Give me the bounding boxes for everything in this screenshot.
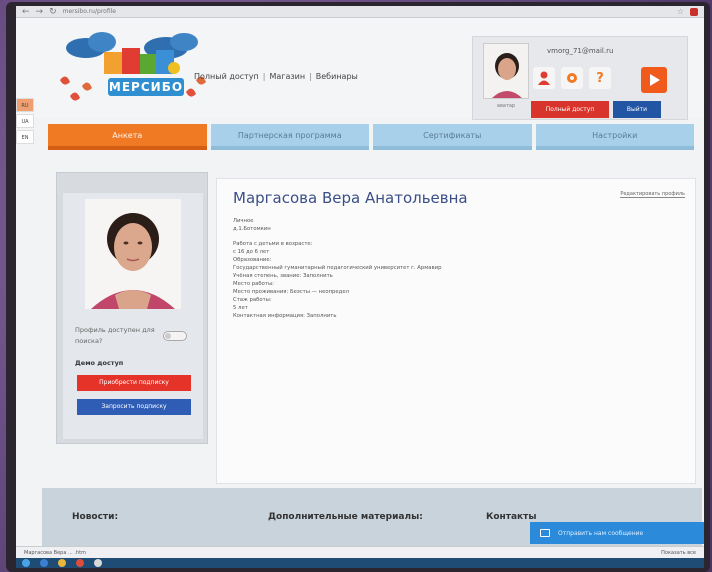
search-visibility-toggle[interactable] <box>163 331 187 341</box>
send-message-label: Отправить нам сообщение <box>558 529 644 537</box>
profile-line: с 16 до 6 лет <box>233 249 270 255</box>
site-header: МЕРСИБО Полный доступ | Магазин | Вебина… <box>16 18 704 120</box>
bookmark-star-icon[interactable]: ☆ <box>677 7 684 16</box>
profile-birthdate: д.1.Ботомкин <box>233 226 271 232</box>
logo-text: МЕРСИБО <box>108 78 184 96</box>
media-icon[interactable] <box>76 559 84 567</box>
tab-certificates[interactable]: Сертификаты <box>373 124 532 150</box>
separator: | <box>262 72 266 81</box>
toggle-knob <box>165 333 171 339</box>
extension-icon[interactable] <box>690 7 698 16</box>
footer-materials[interactable]: Дополнительные материалы: <box>268 512 423 522</box>
monitor-frame: ← → ↻ mersibo.ru/profile ☆ МЕРСИБО Полны… <box>6 2 710 572</box>
profile-line: Государственный гуманитарный педагогичес… <box>233 265 442 271</box>
ie-icon[interactable] <box>40 559 48 567</box>
gear-icon[interactable] <box>561 67 583 89</box>
message-icon <box>540 529 550 537</box>
separator: | <box>309 72 312 81</box>
user-panel: аватар vmorg_71@mail.ru ? Полный доступ … <box>472 36 688 120</box>
address-bar[interactable]: mersibo.ru/profile <box>63 8 116 15</box>
profile-gender: Личное <box>233 218 254 224</box>
link-webinars[interactable]: Вебинары <box>316 72 358 81</box>
side-tab-ua[interactable]: UA <box>16 114 34 128</box>
request-subscription-button[interactable]: Запросить подписку <box>77 399 191 415</box>
download-item[interactable]: Маргасова Вера ... .htm <box>24 550 86 556</box>
footer-contacts[interactable]: Контакты <box>486 512 537 522</box>
profile-info: Личное д.1.Ботомкин Работа с детьми в во… <box>233 217 513 320</box>
profile-line: Стаж работы: <box>233 297 272 303</box>
profile-photo <box>85 199 181 309</box>
full-access-button[interactable]: Полный доступ <box>531 101 609 118</box>
link-shop[interactable]: Магазин <box>269 72 305 81</box>
show-all-link[interactable]: Показать все <box>661 550 696 556</box>
send-message-button[interactable]: Отправить нам сообщение <box>530 522 704 544</box>
side-tabs: RU UA EN <box>16 98 34 146</box>
profile-line: Место проживания: Беэсты — неопредел <box>233 289 349 295</box>
user-avatar[interactable] <box>483 43 529 99</box>
user-email: vmorg_71@mail.ru <box>547 47 614 55</box>
profile-line: Контактная информация: Заполнить <box>233 313 337 319</box>
logo[interactable]: МЕРСИБО <box>46 26 206 106</box>
profile-icon[interactable] <box>533 67 555 89</box>
edit-profile-link[interactable]: Редактировать профиль <box>620 191 685 198</box>
header-links: Полный доступ | Магазин | Вебинары <box>194 72 358 81</box>
tab-partner-program[interactable]: Партнерская программа <box>210 124 369 150</box>
browser-bar: ← → ↻ mersibo.ru/profile ☆ <box>16 6 704 18</box>
download-bar: Маргасова Вера ... .htm Показать все <box>16 546 704 558</box>
search-visibility-label: Профиль доступен для поиска? <box>75 326 155 345</box>
profile-line: Место работы: <box>233 281 274 287</box>
profile-line: Образование: <box>233 257 272 263</box>
screen: ← → ↻ mersibo.ru/profile ☆ МЕРСИБО Полны… <box>16 6 704 568</box>
profile-line: Учёная степень, звание: Заполнить <box>233 273 333 279</box>
profile-tabs: Анкета Партнерская программа Сертификаты… <box>48 124 698 156</box>
help-icon[interactable]: ? <box>589 67 611 89</box>
reload-icon[interactable]: ↻ <box>49 7 57 17</box>
forward-arrow-icon[interactable]: → <box>36 7 44 17</box>
taskbar <box>16 558 704 568</box>
chrome-icon[interactable] <box>94 559 102 567</box>
side-tab-ru[interactable]: RU <box>16 98 34 112</box>
buy-subscription-button[interactable]: Приобрести подписку <box>77 375 191 391</box>
profile-line: 5 лет <box>233 305 248 311</box>
folder-icon[interactable] <box>58 559 66 567</box>
back-arrow-icon[interactable]: ← <box>22 7 30 17</box>
profile-name: Маргасова Вера Анатольевна <box>233 189 468 207</box>
profile-sidebar: Профиль доступен для поиска? Демо доступ… <box>56 172 208 444</box>
avatar-caption: аватар <box>496 103 516 109</box>
profile-details: Маргасова Вера Анатольевна Редактировать… <box>216 178 696 484</box>
exit-button[interactable]: Выйти <box>613 101 661 118</box>
profile-sidebar-inner: Профиль доступен для поиска? Демо доступ… <box>63 193 203 439</box>
tab-profile[interactable]: Анкета <box>48 124 207 150</box>
profile-line: Работа с детьми в возрасте: <box>233 241 313 247</box>
play-icon[interactable] <box>641 67 667 93</box>
side-tab-en[interactable]: EN <box>16 130 34 144</box>
footer-news[interactable]: Новости: <box>72 512 118 522</box>
tab-settings[interactable]: Настройки <box>535 124 694 150</box>
link-full-access[interactable]: Полный доступ <box>194 72 259 81</box>
access-label: Демо доступ <box>75 359 124 367</box>
start-icon[interactable] <box>22 559 30 567</box>
